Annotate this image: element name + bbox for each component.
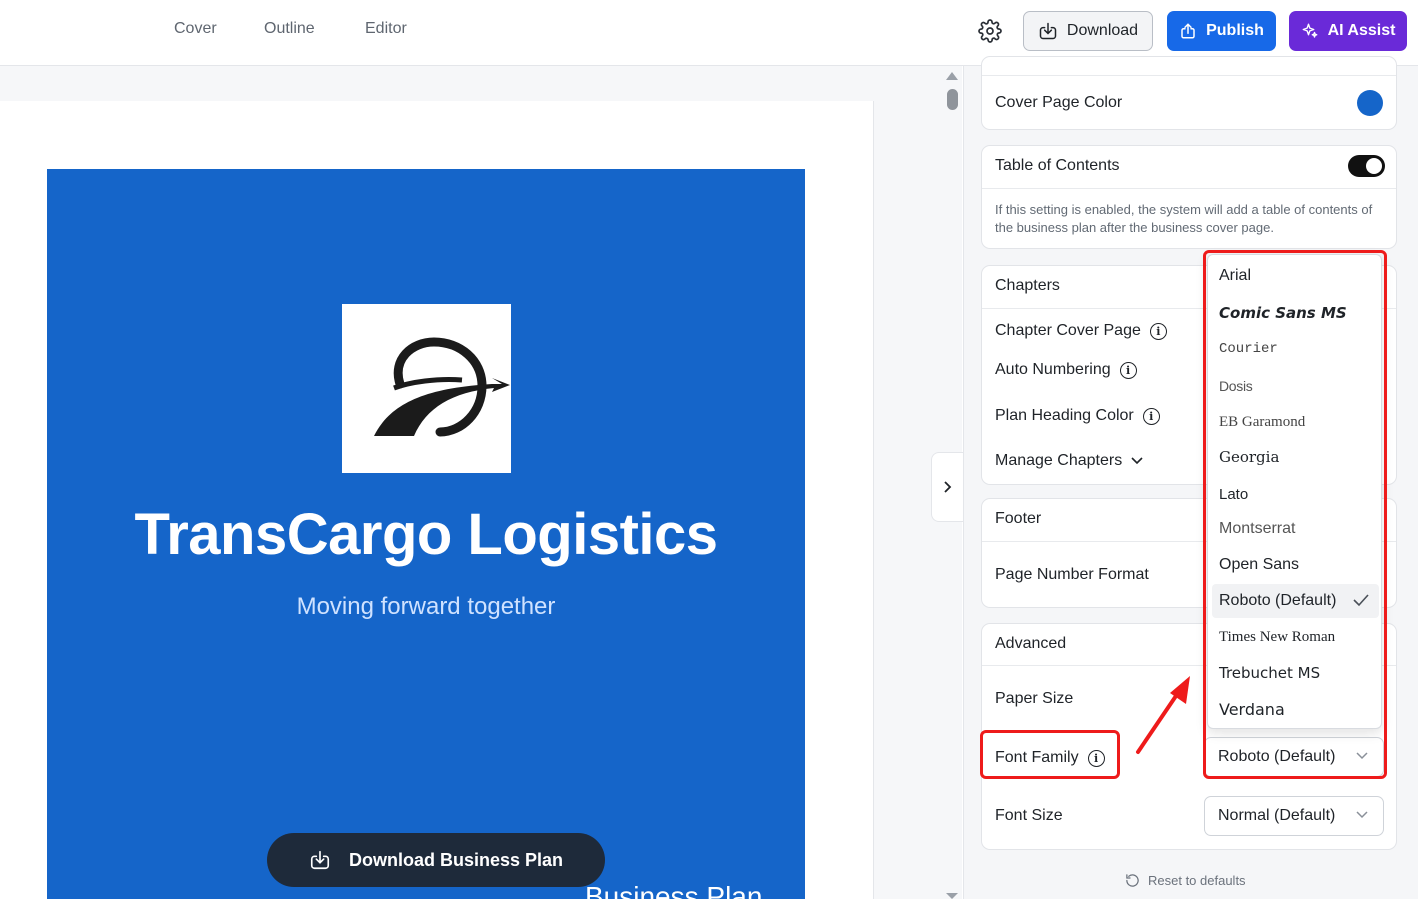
download-business-plan-label: Download Business Plan — [348, 849, 564, 870]
cover-page-color-label: Cover Page Color — [995, 94, 1123, 111]
table-of-contents-description: If this setting is enabled, the system w… — [995, 202, 1373, 235]
ai-assist-button[interactable]: AI Assist — [1289, 11, 1407, 51]
font-option-courier[interactable]: Courier — [1212, 332, 1379, 366]
font-option-label: Verdana — [1219, 699, 1285, 719]
font-option-label: EB Garamond — [1219, 413, 1306, 430]
download-icon — [1039, 22, 1057, 40]
font-option-roboto[interactable]: Roboto (Default) — [1212, 584, 1379, 618]
manage-chapters-toggle[interactable]: Manage Chapters — [995, 452, 1143, 470]
cover-color-card — [981, 56, 1397, 130]
chevron-right-icon — [943, 481, 951, 493]
font-option-dosis[interactable]: Dosis — [1212, 369, 1379, 403]
font-size-value: Normal (Default) — [1218, 807, 1336, 824]
advanced-section-title: Advanced — [995, 635, 1067, 652]
ai-assist-label: AI Assist — [1327, 22, 1396, 39]
sparkle-icon — [1302, 23, 1317, 38]
auto-numbering-setting: Auto Numbering i — [995, 361, 1137, 379]
table-of-contents-label: Table of Contents — [995, 157, 1120, 174]
publish-button[interactable]: Publish — [1167, 11, 1276, 51]
scroll-up-arrow-icon[interactable] — [946, 72, 958, 80]
settings-gear-icon[interactable] — [978, 19, 1002, 43]
auto-numbering-label: Auto Numbering — [995, 361, 1111, 378]
download-label: Download — [1066, 22, 1139, 39]
font-option-georgia[interactable]: Georgia — [1212, 440, 1379, 474]
company-logo — [342, 304, 511, 473]
table-of-contents-toggle[interactable] — [1348, 155, 1385, 177]
font-family-select[interactable]: Roboto (Default) — [1204, 737, 1384, 777]
font-option-verdana[interactable]: Verdana — [1212, 692, 1379, 726]
font-size-select[interactable]: Normal (Default) — [1204, 796, 1384, 836]
download-business-plan-button[interactable]: Download Business Plan — [267, 833, 605, 887]
font-option-lato[interactable]: Lato — [1212, 477, 1379, 511]
tab-cover[interactable]: Cover — [174, 20, 217, 38]
font-option-label: Dosis — [1219, 378, 1253, 394]
info-icon[interactable]: i — [1087, 749, 1105, 767]
annotation-arrow-icon — [1136, 676, 1190, 754]
font-option-label: Comic Sans MS — [1219, 304, 1347, 322]
font-family-setting: Font Family i — [995, 749, 1105, 767]
publish-label: Publish — [1206, 22, 1264, 39]
paper-size-label: Paper Size — [995, 690, 1074, 707]
chapter-cover-page-label: Chapter Cover Page — [995, 322, 1141, 339]
footer-section-title: Footer — [995, 510, 1042, 527]
font-option-arial[interactable]: Arial — [1212, 259, 1379, 293]
plan-heading-color-setting: Plan Heading Color i — [995, 407, 1160, 425]
panel-toggle-button[interactable] — [931, 452, 963, 522]
reset-label: Reset to defaults — [1148, 873, 1246, 888]
cover-page-color-swatch[interactable] — [1357, 90, 1383, 116]
check-icon — [1353, 594, 1369, 607]
tab-outline[interactable]: Outline — [264, 20, 315, 38]
info-icon[interactable]: i — [1119, 361, 1137, 379]
font-option-label: Lato — [1219, 485, 1249, 503]
font-option-label: Courier — [1219, 341, 1278, 357]
manage-chapters-label: Manage Chapters — [995, 452, 1123, 469]
font-option-comic-sans[interactable]: Comic Sans MS — [1212, 296, 1379, 330]
font-option-trebuchet[interactable]: Trebuchet MS — [1212, 656, 1379, 690]
chevron-down-icon — [1356, 752, 1368, 760]
font-family-dropdown: Arial Comic Sans MS Courier Dosis EB Gar… — [1207, 254, 1382, 729]
share-icon — [1181, 23, 1195, 39]
chapter-cover-page-setting: Chapter Cover Page i — [995, 322, 1167, 340]
font-option-montserrat[interactable]: Montserrat — [1212, 512, 1379, 546]
cover-document-type: Business Plan — [585, 881, 763, 899]
reset-to-defaults-button[interactable]: Reset to defaults — [1125, 873, 1246, 888]
font-family-value: Roboto (Default) — [1218, 748, 1336, 765]
info-icon[interactable]: i — [1149, 322, 1167, 340]
font-option-open-sans[interactable]: Open Sans — [1212, 548, 1379, 582]
cover-page: TransCargo Logistics Moving forward toge… — [47, 169, 805, 899]
font-option-label: Trebuchet MS — [1219, 664, 1321, 682]
font-family-label: Font Family — [995, 749, 1079, 766]
company-tagline: Moving forward together — [296, 593, 556, 620]
chevron-down-icon — [1131, 457, 1143, 465]
info-icon[interactable]: i — [1142, 407, 1160, 425]
scrollbar-thumb[interactable] — [947, 89, 958, 110]
font-option-label: Open Sans — [1219, 556, 1300, 573]
font-option-times-new-roman[interactable]: Times New Roman — [1212, 620, 1379, 654]
company-name: TransCargo Logistics — [134, 502, 718, 567]
font-option-label: Roboto (Default) — [1219, 592, 1337, 609]
font-size-label: Font Size — [995, 807, 1063, 824]
font-option-eb-garamond[interactable]: EB Garamond — [1212, 405, 1379, 439]
reset-icon — [1126, 874, 1139, 887]
font-option-label: Arial — [1219, 267, 1252, 284]
font-option-label: Montserrat — [1219, 520, 1296, 537]
scroll-down-arrow-icon[interactable] — [946, 893, 958, 899]
font-option-label: Times New Roman — [1219, 628, 1336, 645]
download-icon — [310, 850, 330, 870]
chevron-down-icon — [1356, 811, 1368, 819]
font-option-label: Georgia — [1219, 448, 1280, 466]
tab-editor[interactable]: Editor — [365, 20, 407, 38]
chapters-section-title: Chapters — [995, 277, 1060, 294]
plan-heading-color-label: Plan Heading Color — [995, 407, 1134, 424]
page-number-format-label: Page Number Format — [995, 566, 1149, 583]
download-button[interactable]: Download — [1023, 11, 1153, 51]
